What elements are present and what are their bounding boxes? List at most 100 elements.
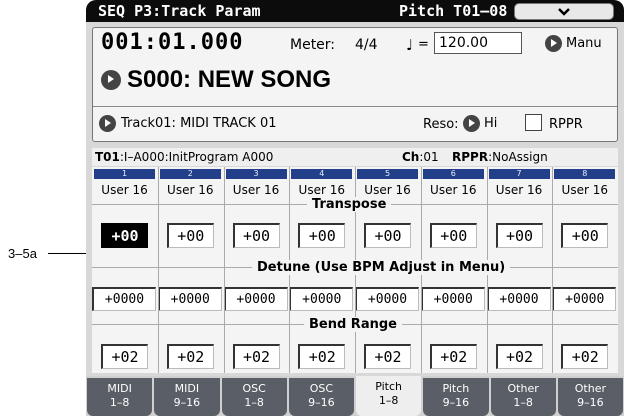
track-number: 2 (159, 169, 221, 179)
detune-field[interactable]: +0000 (223, 287, 288, 311)
track-grid: 1 User 16 +00 +0000 +02 2 User 16 +00 +0000 +02 3 U… (92, 167, 618, 373)
tab-sublabel: 1–8 (244, 396, 264, 409)
arrow-right-icon (463, 115, 480, 132)
page-subtitle: Pitch T01–08 (399, 2, 508, 20)
transpose-field[interactable]: +00 (429, 223, 477, 248)
rppr-info-label: RPPR (452, 150, 489, 164)
detune-field[interactable]: +0000 (92, 287, 156, 311)
tab-pitch-9-16[interactable]: Pitch 9–16 (423, 378, 489, 416)
detune-field[interactable]: +0000 (289, 287, 354, 311)
track-info-bar: T01:I–A000:InitProgram A000 Ch:01 RPPR:N… (92, 148, 618, 166)
tab-sublabel: 9–16 (442, 396, 470, 409)
page-tabs: MIDI 1–8 MIDI 9–16 OSC 1–8 OSC 9–16 Pitch 1–8 Pitc… (86, 376, 624, 416)
track-select-button[interactable]: Track01: MIDI TRACK 01 (99, 115, 277, 132)
track-number: 5 (357, 169, 418, 179)
track-number: 8 (554, 169, 616, 179)
track-number: 4 (291, 169, 353, 179)
transpose-field[interactable]: +00 (561, 223, 609, 248)
track-column: 1 User 16 +00 +0000 +02 (92, 167, 158, 373)
detune-field[interactable]: +0000 (486, 287, 551, 311)
meter-label: Meter: (290, 37, 336, 53)
page-menu-button[interactable] (514, 3, 614, 20)
track-id: T01 (95, 150, 120, 164)
tab-label: Other (574, 382, 606, 395)
tab-sublabel: 1–8 (378, 394, 399, 407)
reso-button[interactable]: Hi (463, 115, 497, 132)
transpose-field[interactable]: +00 (364, 223, 411, 248)
bend-range-field[interactable]: +02 (495, 344, 543, 369)
tab-pitch-1-8[interactable]: Pitch 1–8 (356, 376, 422, 416)
meter-value[interactable]: 4/4 (355, 37, 378, 53)
bend-range-field[interactable]: +02 (429, 344, 477, 369)
reso-label: Reso: (423, 117, 459, 132)
program-bank: User 16 (561, 183, 608, 197)
rppr-checkbox[interactable] (525, 114, 542, 131)
program-bank: User 16 (430, 183, 477, 197)
transpose-field[interactable]: +00 (101, 223, 148, 248)
transpose-field[interactable]: +00 (166, 223, 214, 248)
detune-field[interactable]: +0000 (157, 287, 222, 311)
tab-other-9-16[interactable]: Other 9–16 (557, 378, 623, 416)
program-bank: User 16 (298, 183, 345, 197)
callout-label: 3–5a (8, 246, 37, 261)
tab-other-1-8[interactable]: Other 1–8 (490, 378, 556, 416)
title-bar: SEQ P3:Track Param Pitch T01–08 (86, 0, 624, 22)
program-bank: User 16 (232, 183, 280, 197)
tab-sublabel: 1–8 (513, 396, 533, 409)
location-display[interactable]: 001:01.000 (101, 30, 243, 55)
quarter-note-icon: ♩ (406, 36, 414, 54)
bend-range-field[interactable]: +02 (561, 344, 609, 369)
program-bank: User 16 (495, 183, 543, 197)
tab-label: OSC (242, 382, 266, 395)
song-panel: 001:01.000 Meter: 4/4 ♩ = 120.00 Manu S0… (92, 27, 618, 142)
transpose-field[interactable]: +00 (495, 223, 543, 248)
tempo-mode-button[interactable]: Manu (545, 35, 602, 52)
arrow-right-icon (99, 115, 116, 132)
transpose-field[interactable]: +00 (298, 223, 346, 248)
lcd-screen: SEQ P3:Track Param Pitch T01–08 001:01.0… (86, 0, 624, 416)
tab-midi-9-16[interactable]: MIDI 9–16 (154, 378, 220, 416)
transpose-field[interactable]: +00 (232, 223, 280, 248)
tab-osc-1-8[interactable]: OSC 1–8 (221, 378, 287, 416)
bend-range-field[interactable]: +02 (298, 344, 346, 369)
column-divider (552, 167, 554, 373)
track-number: 6 (422, 169, 484, 179)
song-select-button[interactable]: S000: NEW SONG (101, 66, 331, 94)
bend-range-field[interactable]: +02 (101, 344, 148, 369)
tab-label: OSC (309, 382, 334, 395)
tab-midi-1-8[interactable]: MIDI 1–8 (87, 378, 153, 416)
song-name: S000: NEW SONG (127, 66, 332, 93)
program-name: :I–A000:InitProgram A000 (119, 150, 274, 164)
track-number: 1 (94, 169, 155, 179)
program-bank: User 16 (167, 183, 214, 197)
tab-label: Pitch (375, 380, 403, 393)
bend-range-field[interactable]: +02 (232, 344, 280, 369)
tempo-field[interactable]: 120.00 (434, 32, 522, 54)
detune-field[interactable]: +0000 (420, 287, 485, 311)
divider (93, 106, 617, 107)
tab-label: MIDI (174, 382, 200, 395)
ch-label: Ch (402, 150, 420, 164)
arrow-right-icon (545, 35, 562, 52)
track-column: 8 User 16 +00 +0000 +02 (552, 167, 618, 373)
track-number: 3 (225, 169, 287, 179)
reso-value: Hi (484, 116, 498, 131)
detune-field[interactable]: +0000 (355, 287, 419, 311)
tab-sublabel: 9–16 (577, 396, 604, 409)
bend-range-field[interactable]: +02 (166, 344, 214, 369)
tab-sublabel: 1–8 (109, 396, 130, 409)
ch-value: :01 (419, 150, 439, 164)
tab-label: Pitch (442, 382, 470, 395)
detune-section-label: Detune (Use BPM Adjust in Menu) (252, 260, 511, 275)
track-number: 7 (488, 169, 550, 179)
column-divider (157, 167, 159, 373)
tab-sublabel: 9–16 (308, 396, 335, 409)
bend-range-field[interactable]: +02 (364, 344, 411, 369)
program-bank: User 16 (101, 183, 148, 197)
tab-osc-9-16[interactable]: OSC 9–16 (288, 378, 354, 416)
tab-label: MIDI (107, 382, 132, 395)
detune-field[interactable]: +0000 (552, 287, 617, 311)
arrow-right-icon (101, 70, 121, 90)
tempo-equals: = (418, 37, 429, 52)
tab-sublabel: 9–16 (173, 396, 201, 409)
